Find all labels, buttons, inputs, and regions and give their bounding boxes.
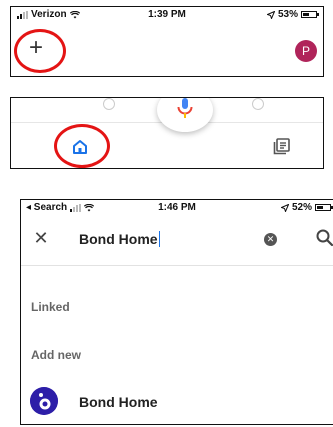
battery-percent: 53% [277,9,298,20]
location-arrow-icon [266,10,275,19]
bond-logo-icon [30,387,58,415]
text-cursor [159,231,160,247]
section-label-add-new: Add new [31,348,81,362]
section-label-linked: Linked [31,300,70,314]
avatar[interactable]: P [295,40,317,62]
mic-icon [177,98,193,118]
search-icon[interactable] [315,228,333,248]
status-right: 52% [280,202,333,213]
top-bar-screenshot: Verizon 1:39 PM 53% + P [10,6,324,77]
status-bar: Verizon 1:39 PM 53% [11,7,323,23]
status-bar: ◂ Search 1:46 PM 52% [21,200,333,216]
clear-icon[interactable]: ✕ [264,233,277,246]
list-item[interactable]: Bond Home [21,382,333,422]
decorative-dot [252,98,264,110]
decorative-dot [103,98,115,110]
home-icon[interactable] [71,138,89,156]
mic-button[interactable] [157,98,213,132]
list-icon[interactable] [273,137,291,155]
battery-icon [315,204,333,211]
search-screen-screenshot: ◂ Search 1:46 PM 52% ✕ ✕ Linked Add new … [20,199,333,425]
result-name: Bond Home [79,394,158,410]
battery-icon [301,11,319,18]
add-button[interactable]: + [25,36,47,60]
bottom-nav-screenshot [10,97,324,169]
search-bar: ✕ ✕ [21,216,333,266]
status-right: 53% [266,9,319,20]
search-input[interactable] [79,231,249,247]
close-icon[interactable]: ✕ [31,228,51,248]
location-arrow-icon [280,203,289,212]
battery-percent: 52% [291,202,312,213]
